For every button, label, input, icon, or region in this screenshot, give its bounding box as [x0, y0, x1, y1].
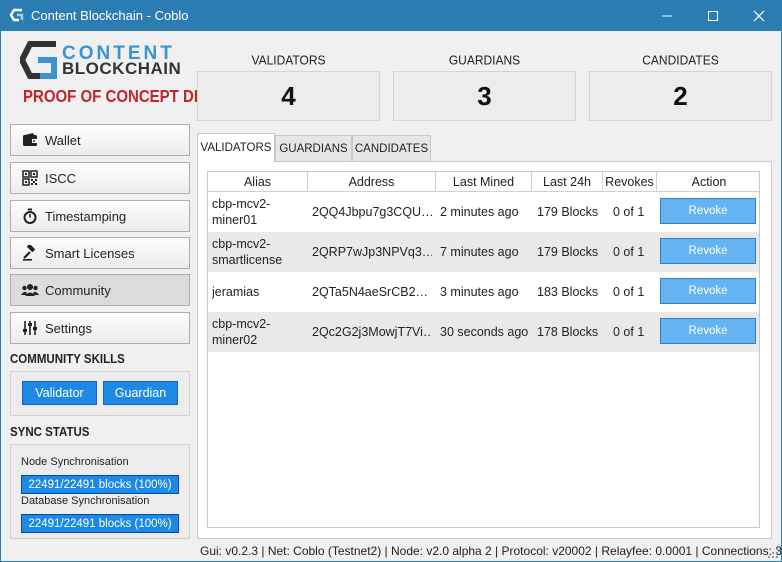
table-row[interactable]: cbp-mcv2-smartlicense 2QRP7wJp3NPVq3… 7 … — [208, 232, 759, 272]
tab-guardians[interactable]: GUARDIANS — [275, 135, 352, 161]
nav-smart-licenses-label: Smart Licenses — [45, 245, 135, 261]
revoke-button[interactable]: Revoke — [660, 278, 756, 304]
minimize-icon — [662, 15, 672, 16]
cell-last-mined: 3 minutes ago — [440, 285, 519, 299]
cell-address: 2QQ4Jbpu7g3CQU… — [312, 205, 432, 219]
guardian-skill-button[interactable]: Guardian — [103, 381, 178, 405]
window-titlebar: Content Blockchain - Coblo — [0, 0, 782, 31]
brand-line2: BLOCKCHAIN — [62, 59, 182, 78]
column-header-address[interactable]: Address — [308, 172, 436, 192]
nav-settings-button[interactable]: Settings — [10, 312, 190, 344]
validators-count: 4 — [197, 71, 380, 121]
sync-status-title: SYNC STATUS — [10, 426, 90, 440]
database-sync-progress-bar: 22491/22491 blocks (100%) — [21, 514, 179, 533]
column-header-revokes[interactable]: Revokes — [603, 172, 657, 192]
cell-alias: cbp-mcv2-miner02 — [212, 317, 271, 347]
cell-last-24h: 179 Blocks — [537, 205, 599, 219]
cell-address: 2QRP7wJp3NPVq3… — [312, 245, 432, 259]
cell-alias: cbp-mcv2-miner01 — [212, 197, 271, 227]
cell-revokes: 0 of 1 — [613, 325, 645, 339]
cell-last-mined: 7 minutes ago — [440, 245, 519, 259]
validators-table: Alias Address Last Mined Last 24h Revoke… — [207, 171, 760, 528]
cell-revokes: 0 of 1 — [613, 285, 645, 299]
column-header-alias[interactable]: Alias — [208, 172, 308, 192]
community-skills-title: COMMUNITY SKILLS — [10, 353, 125, 367]
candidates-count-label: CANDIDATES — [642, 52, 719, 68]
maximize-icon — [708, 10, 718, 21]
nav-timestamping-label: Timestamping — [45, 208, 127, 224]
candidates-count: 2 — [589, 71, 772, 121]
cell-last-mined: 2 minutes ago — [440, 205, 519, 219]
column-header-action[interactable]: Action — [657, 172, 759, 192]
close-icon — [753, 10, 765, 21]
minimize-button[interactable] — [644, 0, 690, 31]
gavel-icon — [21, 244, 39, 262]
cell-last-24h: 183 Blocks — [537, 285, 599, 299]
window-title: Content Blockchain - Coblo — [31, 8, 189, 23]
table-row[interactable]: jeramias 2QTa5N4aeSrCB2… 3 minutes ago 1… — [208, 272, 759, 312]
cell-last-24h: 178 Blocks — [537, 325, 599, 339]
cell-address: 2Qc2G2j3MowjT7Vi… — [312, 325, 432, 339]
table-header: Alias Address Last Mined Last 24h Revoke… — [208, 172, 759, 192]
database-sync-label: Database Synchronisation — [21, 495, 150, 507]
nav-wallet-label: Wallet — [45, 132, 81, 148]
nav-iscc-label: ISCC — [45, 170, 77, 186]
sliders-icon — [21, 319, 39, 337]
tab-candidates[interactable]: CANDIDATES — [352, 135, 431, 161]
tab-validators[interactable]: VALIDATORS — [197, 133, 275, 162]
nav-smart-licenses-button[interactable]: Smart Licenses — [10, 237, 190, 269]
nav-timestamping-button[interactable]: Timestamping — [10, 200, 190, 232]
nav-iscc-button[interactable]: ISCC — [10, 162, 190, 194]
cell-last-mined: 30 seconds ago — [440, 325, 529, 339]
nav-wallet-button[interactable]: Wallet — [10, 124, 190, 156]
revoke-button[interactable]: Revoke — [660, 238, 756, 264]
nav-community-label: Community — [45, 282, 111, 298]
cell-alias: jeramias — [212, 285, 260, 299]
nav-settings-label: Settings — [45, 320, 92, 336]
column-header-last-24h[interactable]: Last 24h — [532, 172, 603, 192]
users-icon — [21, 281, 39, 299]
resize-grip-icon[interactable] — [768, 548, 778, 558]
revoke-button[interactable]: Revoke — [660, 198, 756, 224]
node-sync-progress-bar: 22491/22491 blocks (100%) — [21, 475, 179, 494]
cell-address: 2QTa5N4aeSrCB2… — [312, 285, 429, 299]
cell-alias: cbp-mcv2-smartlicense — [212, 237, 283, 267]
app-logo-icon — [9, 8, 24, 22]
cell-revokes: 0 of 1 — [613, 205, 645, 219]
revoke-button[interactable]: Revoke — [660, 318, 756, 344]
validator-skill-button[interactable]: Validator — [22, 381, 97, 405]
node-sync-label: Node Synchronisation — [21, 456, 129, 468]
maximize-button[interactable] — [690, 0, 736, 31]
cell-revokes: 0 of 1 — [613, 245, 645, 259]
wallet-icon — [21, 131, 39, 149]
guardians-count-label: GUARDIANS — [448, 52, 521, 68]
nav-community-button[interactable]: Community — [10, 274, 190, 306]
stopwatch-icon — [21, 207, 39, 225]
status-bar: Gui: v0.2.3 | Net: Coblo (Testnet2) | No… — [200, 544, 782, 558]
validators-count-label: VALIDATORS — [251, 52, 326, 68]
close-button[interactable] — [736, 0, 782, 31]
column-header-last-mined[interactable]: Last Mined — [436, 172, 532, 192]
cell-last-24h: 179 Blocks — [537, 245, 599, 259]
table-row[interactable]: cbp-mcv2-miner02 2Qc2G2j3MowjT7Vi… 30 se… — [208, 312, 759, 352]
guardians-count: 3 — [393, 71, 576, 121]
table-row[interactable]: cbp-mcv2-miner01 2QQ4Jbpu7g3CQU… 2 minut… — [208, 192, 759, 232]
qr-code-icon — [21, 169, 39, 187]
